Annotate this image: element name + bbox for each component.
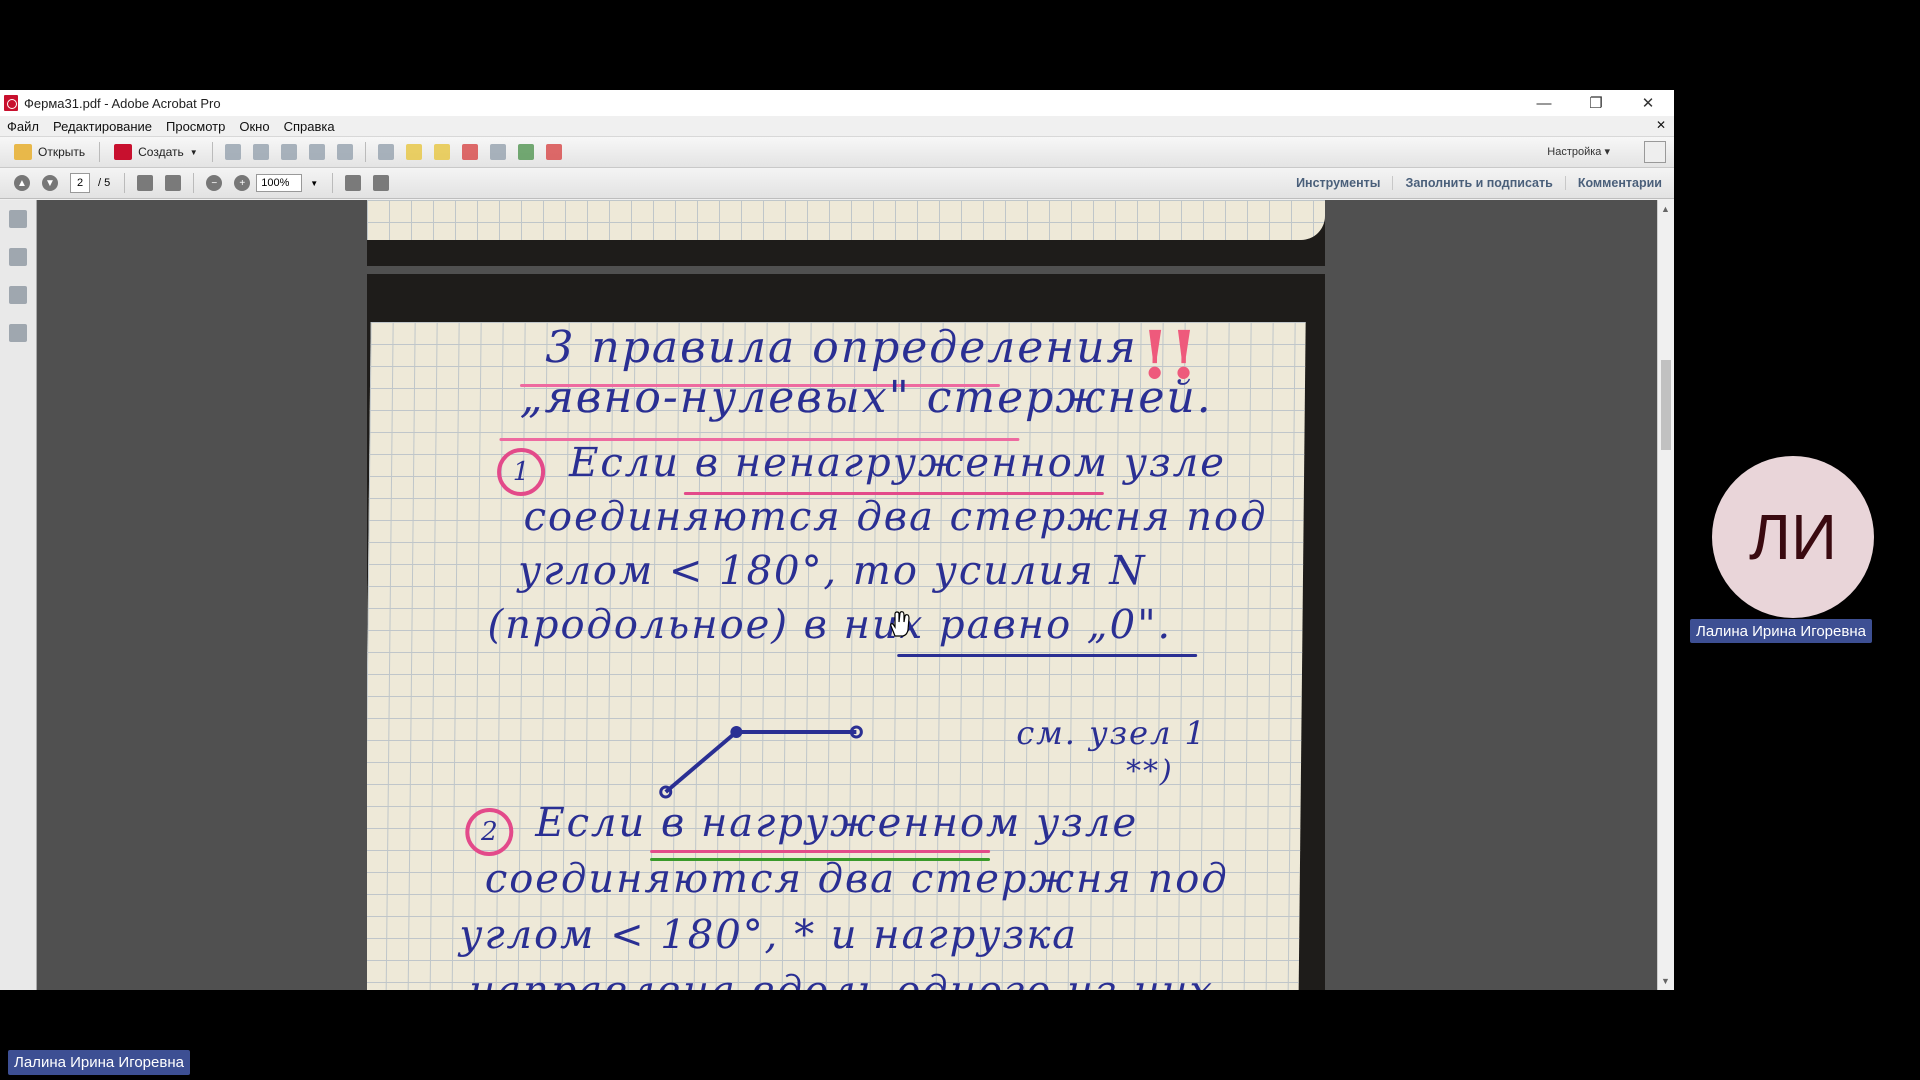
rule2-line2: соединяются два стержня под bbox=[484, 856, 1229, 902]
print-icon[interactable] bbox=[280, 144, 297, 160]
export-icon[interactable] bbox=[517, 144, 534, 160]
rule2-line3: углом < 180°, * и нагрузка bbox=[459, 912, 1079, 958]
vertical-scrollbar[interactable]: ▲ ▼ bbox=[1657, 200, 1674, 990]
comment-icon[interactable] bbox=[405, 144, 422, 160]
signatures-icon[interactable] bbox=[9, 324, 27, 342]
toolbar-separator bbox=[99, 142, 101, 162]
hand-cursor-icon bbox=[890, 611, 910, 637]
fullscreen-icon[interactable] bbox=[1644, 141, 1666, 163]
save-icon[interactable] bbox=[224, 144, 241, 160]
cloud-icon[interactable] bbox=[252, 144, 269, 160]
bookmarks-icon[interactable] bbox=[9, 248, 27, 266]
menu-view[interactable]: Просмотр bbox=[159, 119, 232, 134]
rule2-line1: Если в нагруженном узле bbox=[535, 800, 1139, 846]
tab-fill-sign[interactable]: Заполнить и подписать bbox=[1392, 176, 1564, 190]
toolbar-separator bbox=[364, 142, 366, 162]
main-toolbar: Открыть Создать ▼ Настройка ▾ bbox=[0, 137, 1674, 168]
settings-icon[interactable] bbox=[377, 144, 394, 160]
create-button[interactable]: Создать ▼ bbox=[106, 140, 206, 164]
form-icon[interactable] bbox=[545, 144, 562, 160]
minimize-icon[interactable]: — bbox=[1518, 95, 1570, 112]
exclamation-mark: !! bbox=[1139, 316, 1199, 394]
document-area[interactable]: 3 правила определения „явно-нулевых" сте… bbox=[0, 200, 1674, 990]
notebook-photo: 3 правила определения „явно-нулевых" сте… bbox=[367, 316, 1306, 990]
menu-bar: Файл Редактирование Просмотр Окно Справк… bbox=[0, 116, 1674, 137]
rule2-line4: направлена вдоль одного из них bbox=[468, 968, 1214, 990]
restore-icon[interactable]: ❐ bbox=[1570, 94, 1622, 112]
title-bar: Ферма31.pdf - Adobe Acrobat Pro — ❐ ✕ bbox=[0, 90, 1674, 116]
combine-icon[interactable] bbox=[489, 144, 506, 160]
create-label: Создать bbox=[138, 145, 184, 159]
scroll-down-icon[interactable]: ▼ bbox=[1661, 976, 1670, 986]
select-tool-icon[interactable] bbox=[137, 175, 154, 191]
highlight-icon[interactable] bbox=[433, 144, 450, 160]
rule1-line2: соединяются два стержня под bbox=[523, 494, 1268, 540]
attachments-icon[interactable] bbox=[9, 286, 27, 304]
menu-edit[interactable]: Редактирование bbox=[46, 119, 159, 134]
note-title-line2: „явно-нулевых" стержней. bbox=[519, 372, 1214, 423]
close-icon[interactable]: ✕ bbox=[1622, 94, 1674, 112]
chevron-down-icon: ▼ bbox=[189, 147, 198, 157]
next-page-icon[interactable]: ▼ bbox=[42, 175, 58, 191]
page-number-input[interactable]: 2 bbox=[70, 173, 90, 193]
zoom-input[interactable]: 100% bbox=[256, 174, 303, 192]
pdf-page-current: 3 правила определения „явно-нулевых" сте… bbox=[367, 274, 1325, 990]
zoom-out-icon[interactable]: − bbox=[206, 175, 223, 191]
menu-file[interactable]: Файл bbox=[0, 119, 46, 134]
pdf-page-previous bbox=[367, 200, 1325, 266]
page-total: / 5 bbox=[98, 177, 111, 189]
scroll-up-icon[interactable]: ▲ bbox=[1661, 204, 1670, 214]
folder-icon bbox=[14, 144, 32, 160]
edit-icon[interactable] bbox=[308, 144, 325, 160]
open-button[interactable]: Открыть bbox=[6, 140, 93, 164]
rule1-line3: углом < 180°, то усилия N bbox=[517, 548, 1147, 594]
toolbar-separator bbox=[193, 173, 195, 193]
self-name-label: Лалина Ирина Игоревна bbox=[8, 1050, 190, 1075]
hand-tool-icon[interactable] bbox=[165, 175, 182, 191]
toolbar-separator bbox=[124, 173, 126, 193]
node-reference-mark: **) bbox=[1125, 754, 1174, 789]
panel-tabs: Инструменты Заполнить и подписать Коммен… bbox=[1284, 168, 1674, 198]
rule1-number: 1 bbox=[496, 448, 546, 496]
rule1-line4: (продольное) в них равно „0". bbox=[487, 602, 1173, 648]
node-reference: см. узел 1 bbox=[1016, 714, 1208, 752]
pages-icon[interactable] bbox=[9, 210, 27, 228]
rule2-number: 2 bbox=[465, 808, 514, 856]
toolbar-separator bbox=[211, 142, 213, 162]
tab-comments[interactable]: Комментарии bbox=[1564, 176, 1674, 190]
prev-page-icon[interactable]: ▲ bbox=[14, 175, 30, 191]
tab-tools[interactable]: Инструменты bbox=[1284, 176, 1392, 190]
navigation-toolbar: ▲ ▼ 2 / 5 − + 100% ▼ Инструменты Заполни… bbox=[0, 168, 1674, 199]
participant-name: Лалина Ирина Игоревна bbox=[1690, 619, 1872, 643]
open-label: Открыть bbox=[38, 145, 86, 159]
rule2-underline bbox=[650, 850, 991, 853]
fit-width-icon[interactable] bbox=[373, 175, 390, 191]
pdf-app-icon bbox=[4, 95, 18, 111]
customize-label: Настройка bbox=[1547, 146, 1602, 158]
redact-icon[interactable] bbox=[461, 144, 478, 160]
note-title-line1: 3 правила определения bbox=[545, 322, 1139, 373]
notebook-photo-top bbox=[367, 200, 1325, 240]
navigation-pane bbox=[0, 200, 37, 990]
acrobat-window: Ферма31.pdf - Adobe Acrobat Pro — ❐ ✕ Фа… bbox=[0, 90, 1674, 990]
menu-window[interactable]: Окно bbox=[232, 119, 276, 134]
toolbar-separator bbox=[332, 173, 334, 193]
rule1-result-underline bbox=[897, 654, 1198, 657]
window-title: Ферма31.pdf - Adobe Acrobat Pro bbox=[24, 95, 221, 111]
menu-help[interactable]: Справка bbox=[277, 119, 342, 134]
fit-page-icon[interactable] bbox=[345, 175, 362, 191]
node-sketch bbox=[659, 725, 863, 799]
participant-avatar: ЛИ bbox=[1712, 456, 1874, 618]
doc-close-icon[interactable]: ✕ bbox=[1656, 118, 1666, 132]
rule1-line1: Если в ненагруженном узле bbox=[568, 440, 1227, 486]
create-pdf-icon bbox=[114, 144, 133, 160]
zoom-dropdown-icon[interactable]: ▼ bbox=[310, 179, 318, 188]
zoom-in-icon[interactable]: + bbox=[234, 175, 251, 191]
customize-dropdown[interactable]: Настройка ▾ bbox=[1547, 145, 1610, 158]
scrollbar-thumb[interactable] bbox=[1661, 360, 1671, 450]
email-icon[interactable] bbox=[336, 144, 353, 160]
